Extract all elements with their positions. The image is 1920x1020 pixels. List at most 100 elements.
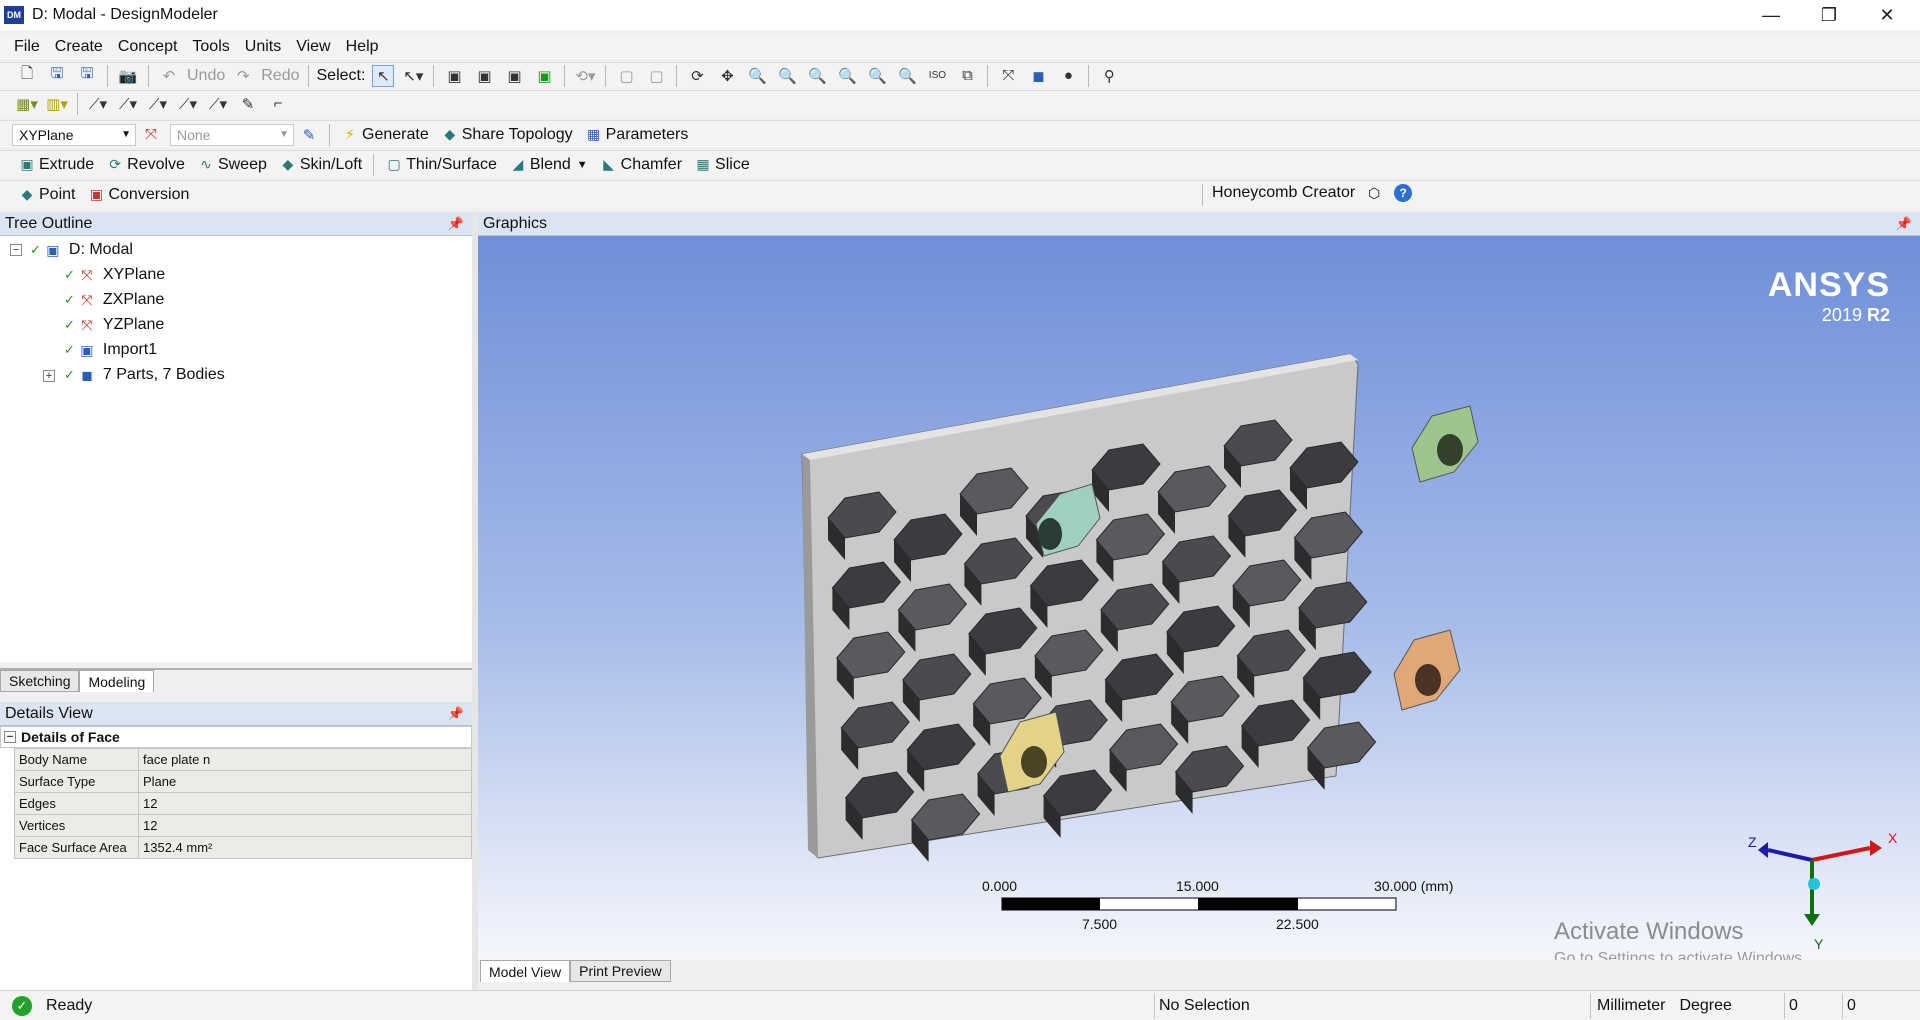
tab-sketching[interactable]: Sketching xyxy=(0,670,80,692)
tab-print-preview[interactable]: Print Preview xyxy=(570,960,671,982)
save-as-icon[interactable]: 🖫 xyxy=(76,65,98,87)
menu-units[interactable]: Units xyxy=(245,38,281,56)
screenshot-icon[interactable]: 📷 xyxy=(117,65,139,87)
menu-help[interactable]: Help xyxy=(346,38,379,56)
details-row[interactable]: Surface Type Plane xyxy=(14,770,472,793)
select-mode-icon[interactable]: ↖ xyxy=(372,64,395,87)
status-selection: No Selection xyxy=(1154,993,1590,1019)
details-key: Face Surface Area xyxy=(14,836,139,859)
tab-model-view[interactable]: Model View xyxy=(480,960,571,982)
zoom-fit-icon[interactable]: 🔍 xyxy=(836,65,858,87)
tree-root[interactable]: ✓ ▣ D: Modal xyxy=(30,240,133,260)
undo-button[interactable]: Undo xyxy=(187,67,225,85)
tree-node-xyplane[interactable]: ✓ ⤧ XYPlane xyxy=(64,265,165,285)
tree-node-parts[interactable]: ✓ ◼ 7 Parts, 7 Bodies xyxy=(64,365,225,385)
display-plane-icon[interactable]: ▦▾ xyxy=(16,93,38,115)
look-at-icon[interactable]: ⧉ xyxy=(956,65,978,87)
redo-button[interactable]: Redo xyxy=(261,67,299,85)
revolve-button[interactable]: ⟳ Revolve xyxy=(106,156,185,174)
skin-loft-button[interactable]: ◆ Skin/Loft xyxy=(279,156,362,174)
select-all-icon[interactable]: ▢ xyxy=(615,65,637,87)
menu-view[interactable]: View xyxy=(296,38,330,56)
undo-icon[interactable]: ↶ xyxy=(158,65,180,87)
line-tool3-icon[interactable]: ⟋▾ xyxy=(147,93,169,115)
iso-view-icon[interactable]: ISO xyxy=(926,65,948,87)
honeycomb-creator-button[interactable]: Honeycomb Creator ⬡ ? xyxy=(1212,184,1415,202)
share-topology-button[interactable]: ◆ Share Topology xyxy=(441,126,572,144)
plane-select[interactable]: XYPlane ▼ xyxy=(12,123,136,146)
pin-icon[interactable]: 📌 xyxy=(1896,216,1912,232)
tree-node-label: YZPlane xyxy=(102,316,165,333)
triad-icon[interactable]: ⤧ xyxy=(997,65,1019,87)
slice-button[interactable]: ▦ Slice xyxy=(694,156,749,174)
pan-icon[interactable]: ✥ xyxy=(716,65,738,87)
details-row[interactable]: Vertices 12 xyxy=(14,814,472,837)
face-filter-icon[interactable]: ▣ xyxy=(503,65,525,87)
scale-label: 0.000 xyxy=(982,878,1018,894)
new-plane-icon[interactable]: ⤧ xyxy=(140,124,162,146)
minimize-button[interactable]: — xyxy=(1742,0,1800,30)
select-none-icon[interactable]: ▢ xyxy=(645,65,667,87)
menu-concept[interactable]: Concept xyxy=(118,38,178,56)
line-tool2-icon[interactable]: ⟋▾ xyxy=(117,93,139,115)
line-tool4-icon[interactable]: ⟋▾ xyxy=(177,93,199,115)
redo-icon[interactable]: ↷ xyxy=(232,65,254,87)
select-filter-icon[interactable]: ↖▾ xyxy=(402,65,424,87)
thin-surface-button[interactable]: ▢ Thin/Surface xyxy=(385,156,497,174)
details-group-header[interactable]: − Details of Face xyxy=(0,726,472,748)
magnifier-icon[interactable]: 🔍 xyxy=(896,65,918,87)
help-cursor-icon[interactable]: ⚲ xyxy=(1098,65,1120,87)
extend-icon[interactable]: ⟲▾ xyxy=(574,65,596,87)
pin-icon[interactable]: 📌 xyxy=(448,706,464,722)
line-tool5-icon[interactable]: ⟋▾ xyxy=(207,93,229,115)
collapse-icon[interactable]: − xyxy=(4,731,16,743)
generate-button[interactable]: ⚡ Generate xyxy=(341,126,429,144)
new-sketch-icon[interactable]: ✎ xyxy=(298,124,320,146)
menu-create[interactable]: Create xyxy=(55,38,103,56)
parameters-button[interactable]: ▦ Parameters xyxy=(585,126,688,144)
details-row[interactable]: Edges 12 xyxy=(14,792,472,815)
tree-node-import1[interactable]: ✓ ▣ Import1 xyxy=(64,340,157,360)
separator xyxy=(329,123,330,146)
blend-button[interactable]: ◢ Blend ▼ xyxy=(509,156,587,174)
menu-file[interactable]: File xyxy=(14,38,40,56)
pin-tool-icon[interactable]: ✎ xyxy=(237,93,259,115)
pin-icon[interactable]: 📌 xyxy=(448,216,464,232)
close-button[interactable]: ✕ xyxy=(1858,0,1916,30)
tree-node-label: Import1 xyxy=(102,341,158,358)
details-row[interactable]: Face Surface Area 1352.4 mm² xyxy=(14,836,472,859)
sweep-button[interactable]: ∿ Sweep xyxy=(197,156,267,174)
chamfer-button[interactable]: ◣ Chamfer xyxy=(600,156,682,174)
tab-modeling[interactable]: Modeling xyxy=(79,670,155,692)
edge-filter-icon[interactable]: ▣ xyxy=(473,65,495,87)
expand-icon[interactable]: + xyxy=(43,370,55,382)
display-point-icon[interactable]: ● xyxy=(1057,65,1079,87)
point-button[interactable]: ◆ Point xyxy=(18,186,76,204)
line-tool-icon[interactable]: ⟋▾ xyxy=(87,93,109,115)
rotate-icon[interactable]: ⟳ xyxy=(686,65,708,87)
zoom-in-icon[interactable]: 🔍 xyxy=(776,65,798,87)
body-filter-icon[interactable]: ▣ xyxy=(533,65,555,87)
new-icon[interactable]: 🗋 xyxy=(16,65,38,87)
maximize-button[interactable]: ❐ xyxy=(1800,0,1858,30)
zoom-icon[interactable]: 🔍 xyxy=(746,65,768,87)
zoom-to-fit-icon[interactable]: 🔍 xyxy=(866,65,888,87)
collapse-icon[interactable]: − xyxy=(10,244,22,256)
chevron-down-icon: ▼ xyxy=(121,129,131,140)
zoom-box-icon[interactable]: 🔍 xyxy=(806,65,828,87)
extrude-button[interactable]: ▣ Extrude xyxy=(18,156,94,174)
display-model-icon[interactable]: ◼ xyxy=(1027,65,1049,87)
conversion-button[interactable]: ▣ Conversion xyxy=(87,186,190,204)
help-icon[interactable]: ? xyxy=(1394,184,1413,202)
menu-tools[interactable]: Tools xyxy=(192,38,229,56)
dimension-icon[interactable]: ⌐ xyxy=(267,93,289,115)
sketch-select[interactable]: None ▼ xyxy=(170,123,294,146)
details-row[interactable]: Body Name face plate n xyxy=(14,748,472,771)
point-filter-icon[interactable]: ▣ xyxy=(443,65,465,87)
display-model-toggle-icon[interactable]: ▥▾ xyxy=(46,93,68,115)
graphics-viewport[interactable]: ANSYS 2019 R2 0.000 15.000 30.000 (mm) 7… xyxy=(478,236,1920,960)
tree-node-zxplane[interactable]: ✓ ⤧ ZXPlane xyxy=(64,290,164,310)
mode-tabs: Sketching Modeling xyxy=(0,668,472,692)
tree-node-yzplane[interactable]: ✓ ⤧ YZPlane xyxy=(64,315,164,335)
save-icon[interactable]: 🖫 xyxy=(46,65,68,87)
